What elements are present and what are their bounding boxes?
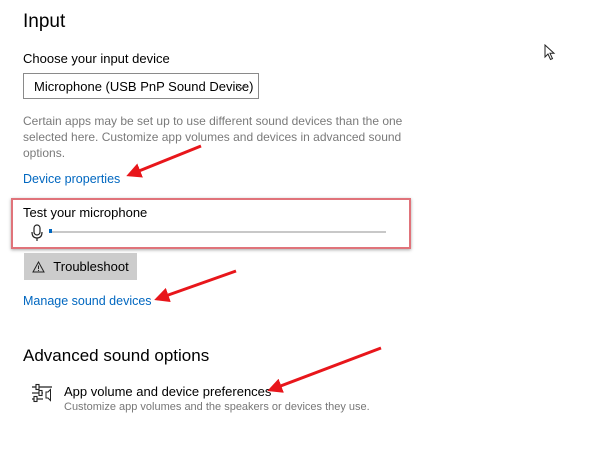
annotation-arrow	[267, 346, 382, 393]
annotation-arrows	[126, 144, 382, 393]
annotation-arrow	[126, 144, 202, 178]
annotation-arrow	[154, 269, 237, 303]
